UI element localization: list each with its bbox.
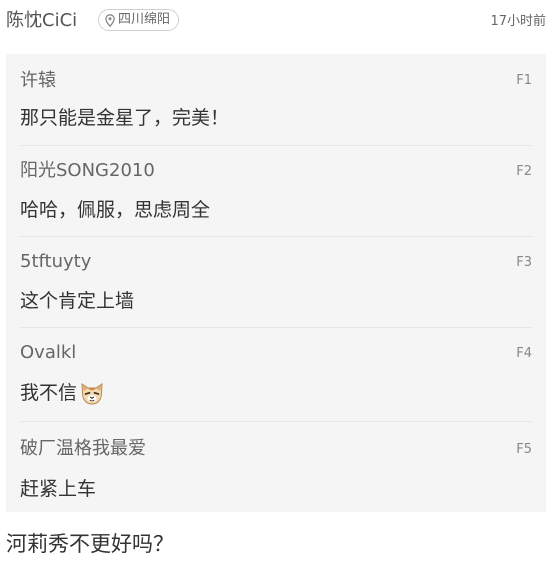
- reply-floor: F1: [516, 73, 532, 88]
- reply-username[interactable]: 破厂温格我最爱: [20, 438, 146, 460]
- reply-username[interactable]: Ovalkl: [20, 342, 76, 364]
- reply-username[interactable]: 阳光SONG2010: [20, 160, 155, 182]
- reply-content: 赶紧上车: [20, 477, 96, 501]
- reply-floor: F5: [516, 442, 532, 457]
- reply-item: 破厂温格我最爱 F5 赶紧上车: [20, 421, 532, 513]
- reply-text: 我不信: [20, 382, 78, 404]
- reply-list: 许辕 F1 那只能是金星了，完美！ 阳光SONG2010 F2 哈哈，佩服，思虑…: [6, 54, 546, 512]
- reply-floor: F3: [516, 255, 532, 270]
- post-time: 17小时前: [490, 14, 546, 29]
- location-text: 四川绵阳: [118, 12, 171, 27]
- post-text: 河莉秀不更好吗？: [6, 532, 174, 556]
- reply-text: 哈哈，佩服，思虑周全: [20, 199, 211, 221]
- location-badge[interactable]: 四川绵阳: [98, 9, 180, 31]
- reply-item: 阳光SONG2010 F2 哈哈，佩服，思虑周全: [20, 145, 532, 237]
- reply-floor: F2: [516, 164, 532, 179]
- post-header: 陈忱CiCi 四川绵阳 17小时前: [6, 4, 546, 38]
- reply-item: 许辕 F1 那只能是金星了，完美！: [20, 54, 532, 145]
- reply-item: Ovalkl F4 我不信: [20, 327, 532, 422]
- pin-icon: [105, 13, 115, 27]
- reply-content: 我不信: [20, 380, 105, 406]
- reply-item: 5tftuyty F3 这个肯定上墙: [20, 236, 532, 328]
- reply-content: 哈哈，佩服，思虑周全: [20, 198, 210, 222]
- reply-username[interactable]: 5tftuyty: [20, 251, 91, 273]
- reply-text: 那只能是金星了，完美！: [20, 107, 230, 129]
- author-name[interactable]: 陈忱CiCi: [6, 10, 77, 32]
- reply-text: 这个肯定上墙: [20, 290, 135, 312]
- reply-content: 那只能是金星了，完美！: [20, 106, 229, 130]
- reply-username[interactable]: 许辕: [20, 70, 56, 92]
- cat-face-icon: [79, 380, 105, 406]
- reply-text: 赶紧上车: [20, 478, 97, 500]
- reply-content: 这个肯定上墙: [20, 289, 134, 313]
- reply-floor: F4: [516, 346, 532, 361]
